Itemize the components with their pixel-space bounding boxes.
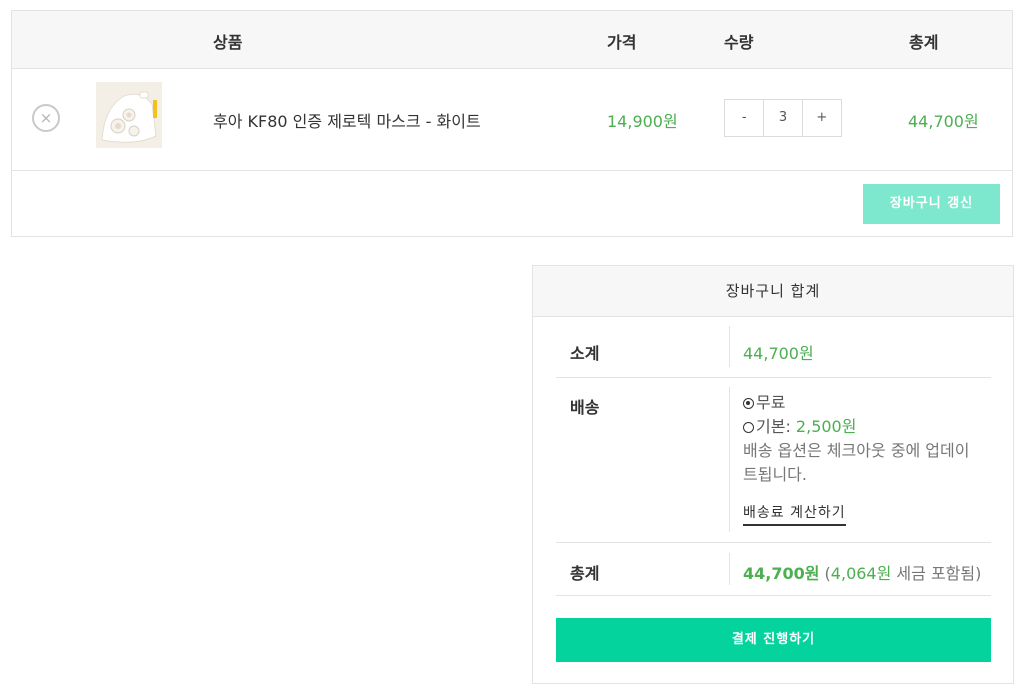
cart-item-row: × 후아 KF80 인증 제로텍 마스크 - 화이트 14,900원 - 3 +… bbox=[12, 68, 1012, 171]
header-quantity: 수량 bbox=[724, 33, 754, 52]
radio-selected-icon[interactable] bbox=[743, 398, 754, 409]
total-label: 총계 bbox=[570, 564, 600, 583]
shipping-option-free[interactable]: 무료 bbox=[743, 391, 979, 415]
quantity-input[interactable]: 3 bbox=[763, 100, 803, 136]
shipping-option-basic[interactable]: 기본: 2,500원 bbox=[743, 415, 979, 439]
header-product: 상품 bbox=[213, 33, 243, 52]
total-value: 44,700원 bbox=[743, 564, 820, 583]
shipping-option-basic-amount: 2,500원 bbox=[795, 417, 857, 436]
unit-price: 14,900원 bbox=[607, 112, 678, 131]
cart-totals-panel: 장바구니 합계 소계 44,700원 배송 무료 기본: 2,500원 배송 옵… bbox=[532, 265, 1014, 684]
subtotal-value: 44,700원 bbox=[743, 344, 814, 363]
product-name-link[interactable]: 후아 KF80 인증 제로텍 마스크 - 화이트 bbox=[213, 108, 481, 132]
shipping-methods: 무료 기본: 2,500원 배송 옵션은 체크아웃 중에 업데이트됩니다. 배송… bbox=[743, 391, 979, 526]
proceed-to-checkout-button[interactable]: 결제 진행하기 bbox=[556, 618, 991, 662]
product-thumbnail[interactable] bbox=[96, 82, 162, 148]
shipping-option-free-label: 무료 bbox=[756, 393, 786, 412]
cart-table-header: 상품 가격 수량 총계 bbox=[12, 11, 1012, 69]
line-total: 44,700원 bbox=[908, 112, 979, 131]
subtotal-label: 소계 bbox=[570, 344, 600, 363]
update-cart-button[interactable]: 장바구니 갱신 bbox=[863, 184, 1000, 224]
remove-item-button[interactable]: × bbox=[32, 104, 60, 132]
radio-unselected-icon[interactable] bbox=[743, 422, 754, 433]
tax-suffix: 세금 포함됨) bbox=[891, 564, 982, 583]
tax-open: ( bbox=[819, 564, 831, 583]
row-divider bbox=[729, 326, 730, 367]
tax-amount: 4,064원 bbox=[830, 564, 892, 583]
cart-actions: 장바구니 갱신 bbox=[12, 171, 1012, 237]
shipping-label: 배송 bbox=[570, 398, 600, 417]
subtotal-row: 소계 44,700원 bbox=[556, 316, 991, 378]
shipping-option-basic-label: 기본: bbox=[756, 417, 796, 436]
quantity-decrease-button[interactable]: - bbox=[725, 100, 763, 136]
order-total-row: 총계 44,700원 (4,064원 세금 포함됨) bbox=[556, 543, 991, 596]
shipping-row: 배송 무료 기본: 2,500원 배송 옵션은 체크아웃 중에 업데이트됩니다.… bbox=[556, 377, 991, 543]
cart-totals-title: 장바구니 합계 bbox=[533, 266, 1013, 317]
quantity-stepper: - 3 + bbox=[724, 99, 842, 137]
total-value-wrap: 44,700원 (4,064원 세금 포함됨) bbox=[743, 560, 981, 584]
mask-image-icon bbox=[96, 82, 162, 148]
shipping-note: 배송 옵션은 체크아웃 중에 업데이트됩니다. bbox=[743, 441, 970, 484]
cart-table: 상품 가격 수량 총계 × 후아 KF80 인증 제로텍 마스크 - 화이트 1… bbox=[11, 10, 1013, 237]
row-divider bbox=[729, 553, 730, 585]
header-price: 가격 bbox=[607, 33, 637, 52]
header-total: 총계 bbox=[909, 33, 939, 52]
row-divider bbox=[729, 387, 730, 532]
quantity-increase-button[interactable]: + bbox=[803, 100, 841, 136]
calculate-shipping-link[interactable]: 배송료 계산하기 bbox=[743, 502, 846, 526]
